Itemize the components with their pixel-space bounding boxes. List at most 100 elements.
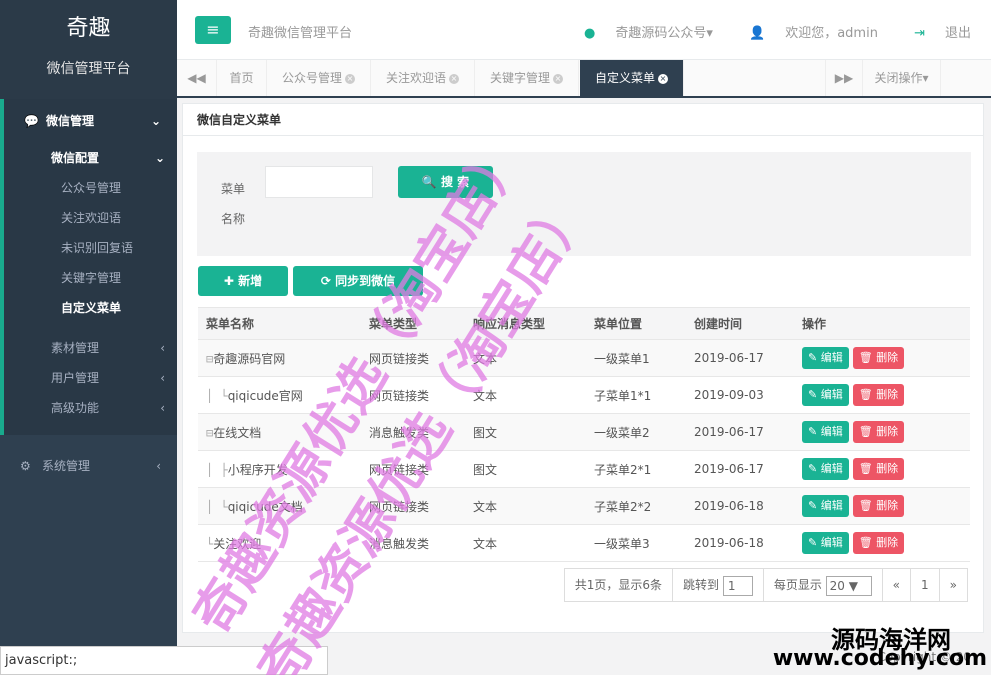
tab-scroll-left[interactable]: ◀◀ [177, 60, 217, 96]
sidebar-item-label: 微信管理 [46, 114, 95, 128]
close-icon[interactable]: × [658, 73, 668, 84]
logout-link[interactable]: ⇥ 退出 [898, 26, 971, 41]
edit-icon: ✎ [808, 536, 818, 549]
sidebar-item-users[interactable]: 用户管理 ‹ [4, 363, 177, 393]
page-number[interactable]: 1 [911, 569, 940, 601]
tab-label: 关注欢迎语 [385, 71, 446, 85]
tab-label: 关键字管理 [489, 71, 550, 85]
edit-button[interactable]: ✎ 编辑 [802, 458, 849, 480]
delete-button[interactable]: 🗑 删除 [852, 495, 905, 517]
tab-home[interactable]: 首页 [217, 60, 267, 96]
header-right: ● 奇趣源码公众号▾ 👤 欢迎您，admin ⇥ 退出 [552, 22, 971, 41]
close-ops-dropdown[interactable]: 关闭操作▾ [863, 60, 941, 96]
account-label: 奇趣源码公众号 [615, 26, 707, 41]
edit-button[interactable]: ✎ 编辑 [802, 347, 849, 369]
tab-account[interactable]: 公众号管理 × [267, 60, 371, 96]
cell-position: 子菜单2*1 [586, 450, 686, 488]
cell-msg-type: 文本 [465, 487, 586, 525]
delete-label: 删除 [876, 462, 899, 475]
sidebar-item-wechat[interactable]: 💬 微信管理 ⌄ [4, 99, 177, 143]
per-page: 每页显示 20 ▼ [764, 569, 883, 601]
jump-input[interactable]: 1 [722, 575, 753, 596]
edit-button[interactable]: ✎ 编辑 [802, 495, 849, 517]
trash-icon: 🗑 [858, 499, 873, 512]
per-page-select[interactable]: 20 ▼ [825, 575, 872, 596]
col-header: 创建时间 [686, 307, 794, 340]
menu-name-input[interactable] [265, 166, 373, 198]
jump-label: 跳转到 [682, 578, 719, 592]
brand-name: 奇趣 [66, 16, 111, 41]
panel-title: 微信自定义菜单 [183, 104, 983, 136]
hamburger-icon: ≡ [206, 20, 220, 39]
add-button[interactable]: ✚ 新增 [198, 266, 288, 296]
delete-label: 删除 [876, 499, 899, 512]
chevron-left-icon: ‹ [160, 371, 165, 385]
close-icon[interactable]: × [345, 73, 355, 84]
chevron-left-icon: ‹ [160, 341, 165, 355]
next-page-button[interactable]: » [940, 569, 967, 601]
tab-bar: ◀◀ 首页 公众号管理 × 关注欢迎语 × 关键字管理 × 自定义菜单 × ▶▶ 关闭操… [177, 60, 991, 98]
edit-icon: ✎ [808, 425, 818, 438]
sidebar-item-welcome[interactable]: 关注欢迎语 [4, 203, 177, 233]
sidebar-item-material[interactable]: 素材管理 ‹ [4, 333, 177, 363]
edit-button[interactable]: ✎ 编辑 [802, 384, 849, 406]
cell-date: 2019-06-17 [686, 450, 794, 488]
account-dropdown[interactable]: ● 奇趣源码公众号▾ [568, 26, 713, 41]
cell-actions: ✎ 编辑 🗑 删除 [794, 524, 970, 562]
cell-position: 一级菜单1 [586, 339, 686, 377]
pagination: 共1页，显示6条 跳转到 1 每页显示 20 ▼ « 1 » [563, 568, 968, 602]
user-welcome[interactable]: 👤 欢迎您，admin [733, 26, 878, 41]
page-jump: 跳转到 1 [673, 569, 764, 601]
edit-label: 编辑 [820, 425, 843, 438]
tab-scroll-right[interactable]: ▶▶ [825, 60, 863, 96]
delete-button[interactable]: 🗑 删除 [852, 532, 905, 554]
col-header: 菜单名称 [198, 307, 361, 340]
chevron-down-icon: ⌄ [150, 114, 161, 128]
per-page-label: 每页显示 [773, 578, 822, 592]
cell-msg-type: 图文 [465, 450, 586, 488]
edit-label: 编辑 [820, 499, 843, 512]
menu-name: 在线文档 [213, 425, 262, 440]
cell-actions: ✎ 编辑 🗑 删除 [794, 450, 970, 488]
sidebar-item-advanced[interactable]: 高级功能 ‹ [4, 393, 177, 423]
menu-toggle-button[interactable]: ≡ [195, 16, 231, 44]
wechat-icon: ● [583, 26, 596, 41]
close-icon[interactable]: × [553, 73, 563, 84]
logout-icon: ⇥ [914, 26, 925, 41]
sidebar-item-custom-menu[interactable]: 自定义菜单 [4, 293, 177, 323]
sidebar-item-system[interactable]: ⚙ 系统管理 ‹ [0, 441, 177, 491]
delete-button[interactable]: 🗑 删除 [852, 384, 905, 406]
delete-button[interactable]: 🗑 删除 [852, 458, 905, 480]
edit-icon: ✎ [808, 499, 818, 512]
cell-date: 2019-06-17 [686, 339, 794, 377]
trash-icon: 🗑 [858, 425, 873, 438]
cell-actions: ✎ 编辑 🗑 删除 [794, 339, 970, 377]
sidebar-item-keywords[interactable]: 关键字管理 [4, 263, 177, 293]
site-watermark-url: www.codehy.com [772, 646, 987, 671]
edit-button[interactable]: ✎ 编辑 [802, 532, 849, 554]
tab-label: 公众号管理 [281, 71, 342, 85]
tab-custom-menu[interactable]: 自定义菜单 × [580, 60, 684, 96]
trash-icon: 🗑 [858, 388, 873, 401]
cell-position: 子菜单2*2 [586, 487, 686, 525]
sidebar-item-account[interactable]: 公众号管理 [4, 173, 177, 203]
user-icon: 👤 [749, 26, 766, 41]
delete-button[interactable]: 🗑 删除 [852, 347, 905, 369]
edit-label: 编辑 [820, 462, 843, 475]
edit-icon: ✎ [808, 462, 818, 475]
delete-label: 删除 [876, 425, 899, 438]
col-header: 菜单位置 [586, 307, 686, 340]
tab-welcome[interactable]: 关注欢迎语 × [371, 60, 475, 96]
delete-button[interactable]: 🗑 删除 [852, 421, 905, 443]
tab-keywords[interactable]: 关键字管理 × [475, 60, 579, 96]
edit-button[interactable]: ✎ 编辑 [802, 421, 849, 443]
nav-wechat-group: 💬 微信管理 ⌄ 微信配置 ⌄ 公众号管理 关注欢迎语 未识别回复语 关键字管理 … [0, 99, 177, 435]
table-header-row: 菜单名称 菜单类型 响应消息类型 菜单位置 创建时间 操作 [198, 307, 970, 340]
sidebar-item-unrecognized[interactable]: 未识别回复语 [4, 233, 177, 263]
sidebar-item-wechat-config[interactable]: 微信配置 ⌄ [4, 143, 177, 173]
prev-page-button[interactable]: « [883, 569, 912, 601]
trash-icon: 🗑 [858, 351, 873, 364]
close-icon[interactable]: × [449, 73, 459, 84]
